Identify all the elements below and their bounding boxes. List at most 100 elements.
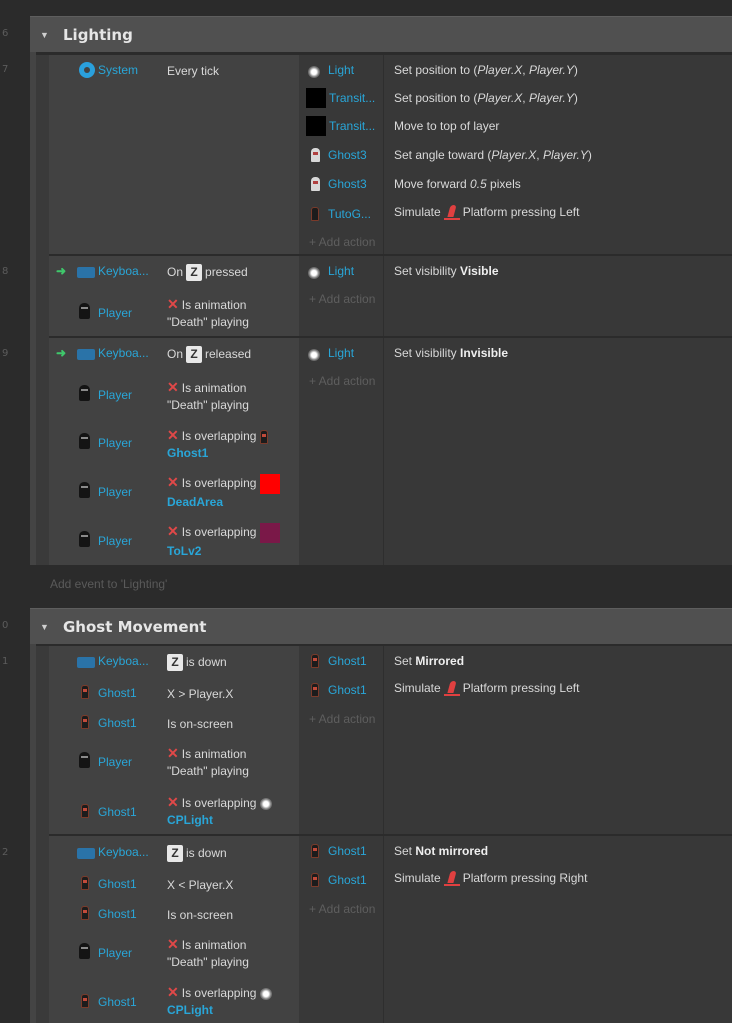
action-verb: Set	[394, 654, 413, 668]
player-sprite-icon	[79, 433, 90, 449]
add-action-link[interactable]: + Add action	[309, 902, 375, 916]
conditions-pane[interactable]: System Every tick	[49, 55, 299, 254]
action-row[interactable]: Ghost1 Set Not mirrored	[299, 842, 732, 862]
collapse-triangle-icon[interactable]: ▼	[40, 622, 52, 632]
ghost1-sprite-icon	[311, 653, 319, 668]
condition-line: "Death" playing	[167, 398, 249, 412]
key-badge: Z	[186, 264, 203, 282]
condition-target: DeadArea	[167, 495, 224, 509]
action-row[interactable]: Light Set visibility Visible	[299, 262, 732, 282]
add-action-link[interactable]: + Add action	[309, 712, 375, 726]
player-sprite-icon	[79, 531, 90, 547]
conditions-pane[interactable]: ➜ Keyboa... On Zpressed Player ✕ Is animat…	[49, 256, 299, 336]
event-rail	[36, 55, 49, 565]
condition-row[interactable]: Player ✕ Is animation "Death" playing	[49, 376, 299, 412]
condition-row[interactable]: Ghost1 Is on-screen	[49, 712, 299, 732]
light-icon	[308, 65, 320, 78]
conditions-pane[interactable]: Keyboa... Zis down Ghost1 X < Player.X G…	[49, 836, 299, 1023]
actions-divider	[383, 836, 384, 1023]
group-title: Lighting	[63, 25, 133, 44]
condition-row[interactable]: Player ✕ Is overlapping Ghost1	[49, 424, 299, 460]
action-row[interactable]: Light Set position to (Player.X, Player.…	[299, 61, 732, 81]
action-row[interactable]: Ghost1 Set Mirrored	[299, 652, 732, 672]
condition-row[interactable]: Ghost1 X < Player.X	[49, 873, 299, 893]
action-row[interactable]: Transit... Set position to (Player.X, Pl…	[299, 87, 732, 109]
condition-row[interactable]: Ghost1 Is on-screen	[49, 903, 299, 923]
condition-line: Is animation	[181, 938, 247, 952]
condition-row[interactable]: ➜ Keyboa... On Zpressed	[49, 262, 299, 282]
keyboard-icon	[77, 848, 95, 860]
condition-row[interactable]: Ghost1 ✕ Is overlapping CPLight	[49, 982, 299, 1018]
condition-line: "Death" playing	[167, 955, 249, 969]
actions-pane[interactable]: Ghost1 Set Not mirrored Ghost1 Simulate P…	[299, 836, 732, 1023]
action-text: Set visibility Visible	[394, 264, 499, 278]
action-row[interactable]: Ghost3 Move forward 0.5 pixels	[299, 174, 732, 194]
group-header-ghost-movement[interactable]: ▼ Ghost Movement	[30, 608, 732, 644]
add-action-link[interactable]: + Add action	[309, 292, 375, 306]
actions-pane[interactable]: Light Set visibility Invisible + Add act…	[299, 338, 732, 565]
invert-cross-icon: ✕	[167, 379, 179, 395]
line-number: 0	[2, 620, 9, 631]
actions-pane[interactable]: Light Set position to (Player.X, Player.…	[299, 55, 732, 254]
action-object: Light	[328, 264, 355, 278]
conditions-pane[interactable]: Keyboa... Zis down Ghost1 X > Player.X G…	[49, 646, 299, 834]
condition-object: Player	[98, 436, 133, 450]
event-block[interactable]: ➜ Keyboa... On Zreleased Player ✕ Is anima…	[49, 338, 732, 565]
action-row[interactable]: Light Set visibility Invisible	[299, 344, 732, 364]
condition-object: System	[98, 63, 139, 77]
action-verb: Set visibility	[394, 346, 457, 360]
transition-sprite-icon	[306, 88, 326, 108]
event-block[interactable]: Keyboa... Zis down Ghost1 X < Player.X G…	[49, 836, 732, 1023]
invert-cross-icon: ✕	[167, 523, 179, 540]
action-row[interactable]: Ghost1 Simulate Platform pressing Right	[299, 870, 732, 892]
action-row[interactable]: Ghost3 Set angle toward (Player.X, Playe…	[299, 145, 732, 165]
action-object: Ghost1	[328, 683, 367, 697]
add-action-link[interactable]: + Add action	[309, 235, 375, 249]
condition-row[interactable]: Ghost1 ✕ Is overlapping CPLight	[49, 792, 299, 828]
condition-row[interactable]: Player ✕ Is overlapping DeadArea	[49, 472, 299, 510]
ghost1-sprite-icon	[81, 905, 89, 920]
condition-row[interactable]: Player ✕ Is overlapping ToLv2	[49, 521, 299, 559]
condition-row[interactable]: System Every tick	[49, 61, 299, 81]
line-number: 9	[2, 348, 9, 359]
condition-row[interactable]: Ghost1 X > Player.X	[49, 682, 299, 702]
add-event-link[interactable]: Add event to 'Lighting'	[50, 577, 167, 591]
player-sprite-icon	[79, 943, 90, 959]
action-detail: Platform pressing Left	[462, 205, 580, 220]
condition-object: Ghost1	[98, 907, 137, 921]
player-sprite-icon	[79, 303, 90, 319]
event-rail	[36, 646, 49, 1023]
condition-object: Player	[98, 306, 133, 320]
conditions-pane[interactable]: ➜ Keyboa... On Zreleased Player ✕ Is anima…	[49, 338, 299, 565]
actions-pane[interactable]: Ghost1 Set Mirrored Ghost1 Simulate Platf…	[299, 646, 732, 834]
condition-line: Is overlapping	[181, 796, 257, 810]
condition-row[interactable]: ➜ Keyboa... On Zreleased	[49, 344, 299, 364]
event-block[interactable]: System Every tick Light Set position to …	[49, 55, 732, 254]
event-block[interactable]: ➜ Keyboa... On Zpressed Player ✕ Is animat…	[49, 256, 732, 336]
group-header-lighting[interactable]: ▼ Lighting	[30, 16, 732, 52]
condition-row[interactable]: Player ✕ Is animation "Death" playing	[49, 933, 299, 969]
action-row[interactable]: Ghost1 Simulate Platform pressing Left	[299, 680, 732, 702]
condition-text: ✕ Is animation "Death" playing	[167, 745, 297, 780]
condition-row[interactable]: Keyboa... Zis down	[49, 843, 299, 863]
cplight-icon	[259, 797, 272, 810]
action-row[interactable]: TutoG... Simulate Platform pressing Left	[299, 203, 732, 225]
collapse-triangle-icon[interactable]: ▼	[40, 30, 52, 40]
keyboard-icon	[77, 267, 95, 279]
invert-cross-icon: ✕	[167, 794, 179, 810]
condition-text: Is on-screen	[167, 908, 234, 922]
condition-row[interactable]: Player ✕ Is animation "Death" playing	[49, 742, 299, 778]
condition-detail: is down	[186, 846, 227, 860]
condition-row[interactable]: Player ✕ Is animation "Death" playing	[49, 294, 299, 330]
add-action-link[interactable]: + Add action	[309, 374, 375, 388]
event-block[interactable]: Keyboa... Zis down Ghost1 X > Player.X G…	[49, 646, 732, 834]
condition-detail: pressed	[205, 265, 248, 279]
action-object: Ghost1	[328, 873, 367, 887]
trigger-arrow-icon: ➜	[56, 346, 67, 360]
condition-row[interactable]: Keyboa... Zis down	[49, 652, 299, 672]
actions-pane[interactable]: Light Set visibility Visible + Add actio…	[299, 256, 732, 336]
action-detail: Platform pressing Left	[462, 681, 580, 696]
line-number: 1	[2, 656, 9, 667]
condition-text: ✕ Is animation "Death" playing	[167, 296, 297, 331]
action-row[interactable]: Transit... Move to top of layer	[299, 115, 732, 137]
